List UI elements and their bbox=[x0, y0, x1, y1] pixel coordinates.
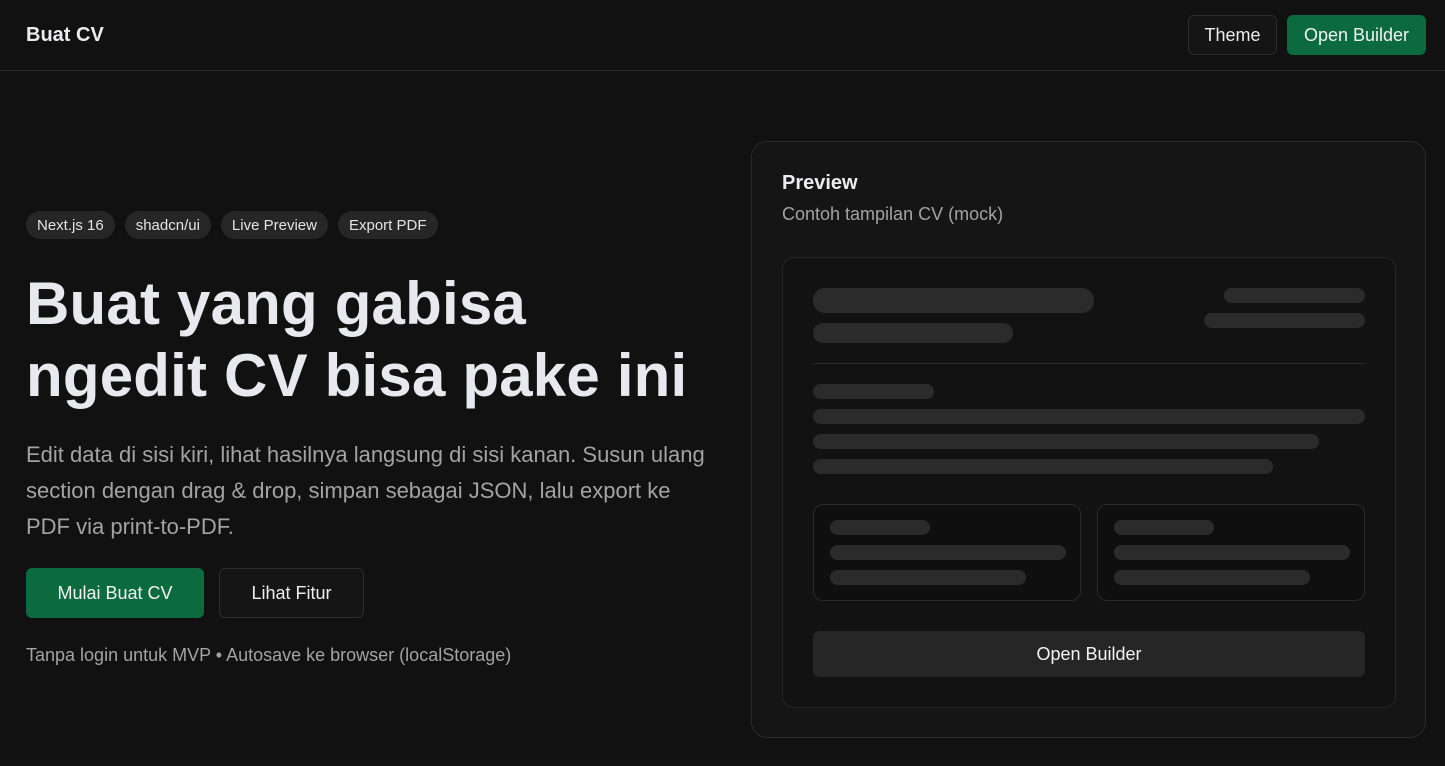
open-builder-button[interactable]: Open Builder bbox=[1287, 15, 1426, 55]
skeleton-box-line bbox=[830, 570, 1026, 585]
skeleton-section-title bbox=[813, 384, 934, 399]
badge-nextjs: Next.js 16 bbox=[26, 211, 115, 239]
preview-title: Preview bbox=[782, 172, 858, 194]
see-features-button[interactable]: Lihat Fitur bbox=[219, 568, 364, 618]
skeleton-box-title bbox=[1114, 520, 1214, 535]
skeleton-box-line bbox=[1114, 570, 1310, 585]
skeleton-contact-2 bbox=[1204, 313, 1365, 328]
nav-actions: Theme Open Builder bbox=[1188, 15, 1426, 55]
badge-export-pdf: Export PDF bbox=[337, 211, 438, 239]
badge-live-preview: Live Preview bbox=[220, 211, 328, 239]
cv-mock: Open Builder bbox=[782, 257, 1396, 708]
brand-logo-text[interactable]: Buat CV bbox=[26, 24, 104, 47]
start-cv-button[interactable]: Mulai Buat CV bbox=[26, 568, 204, 618]
mock-open-builder-button[interactable]: Open Builder bbox=[813, 631, 1365, 677]
skeleton-role bbox=[813, 323, 1013, 343]
preview-card: Preview Contoh tampilan CV (mock) Open B… bbox=[751, 141, 1426, 738]
skeleton-box-line bbox=[830, 545, 1066, 560]
mock-box-right bbox=[1097, 504, 1365, 601]
skeleton-line-2 bbox=[813, 434, 1319, 449]
tech-badges: Next.js 16 shadcn/ui Live Preview Export… bbox=[26, 211, 438, 239]
hero-description: Edit data di sisi kiri, lihat hasilnya l… bbox=[26, 442, 705, 539]
skeleton-line-1 bbox=[813, 409, 1365, 424]
preview-subtitle: Contoh tampilan CV (mock) bbox=[782, 204, 1004, 224]
hero-note: Tanpa login untuk MVP • Autosave ke brow… bbox=[26, 645, 512, 665]
skeleton-line-3 bbox=[813, 459, 1273, 474]
badge-shadcn: shadcn/ui bbox=[124, 211, 211, 239]
mock-divider bbox=[813, 363, 1365, 364]
cta-group: Mulai Buat CV Lihat Fitur bbox=[26, 568, 364, 618]
skeleton-name bbox=[813, 288, 1094, 313]
mock-box-left bbox=[813, 504, 1081, 601]
theme-button[interactable]: Theme bbox=[1188, 15, 1277, 55]
top-navbar: Buat CV Theme Open Builder bbox=[0, 0, 1445, 71]
headline-line-2: ngedit CV bisa pake ini bbox=[26, 342, 688, 409]
skeleton-box-line bbox=[1114, 545, 1350, 560]
skeleton-box-title bbox=[830, 520, 930, 535]
skeleton-contact-1 bbox=[1224, 288, 1365, 303]
hero-headline: Buat yang gabisa ngedit CV bisa pake ini bbox=[26, 268, 726, 412]
headline-line-1: Buat yang gabisa bbox=[26, 270, 526, 337]
